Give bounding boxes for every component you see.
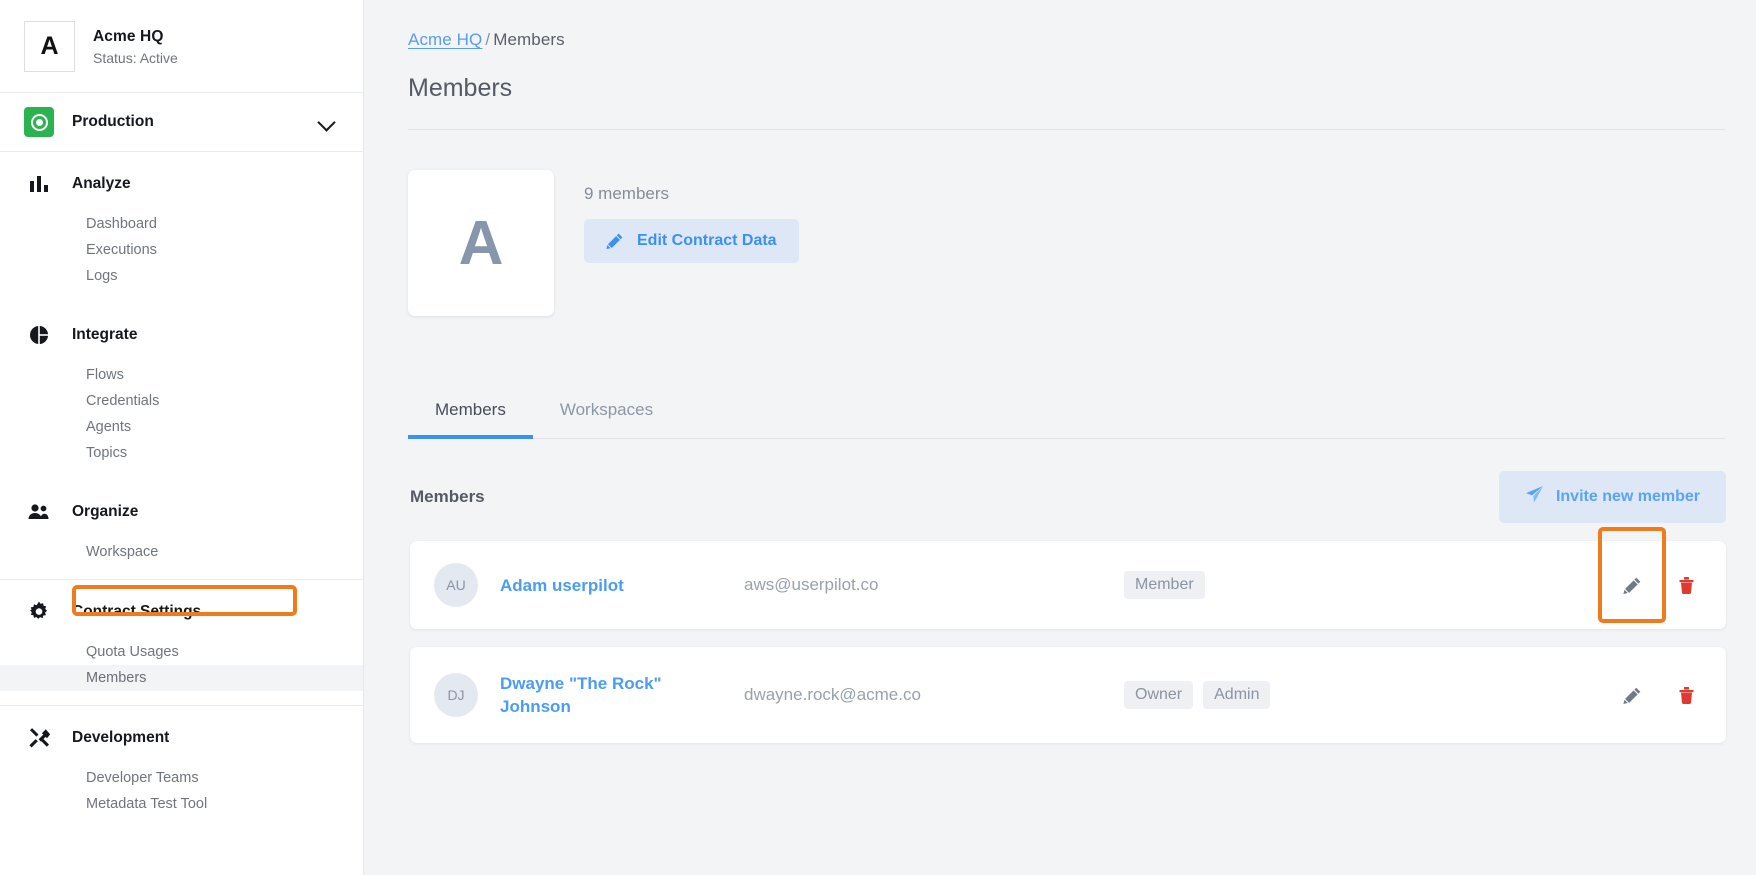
members-list-header: Members Invite new member	[408, 439, 1728, 541]
member-email: dwayne.rock@acme.co	[744, 685, 921, 704]
org-status: Status: Active	[93, 49, 178, 66]
avatar: DJ	[434, 673, 478, 717]
chevron-down-icon[interactable]	[317, 112, 337, 132]
nav-sub-integrate: Flows Credentials Agents Topics	[0, 362, 363, 480]
nav-head-development[interactable]: Development	[0, 706, 363, 765]
sidebar-item-quota-usages[interactable]: Quota Usages	[0, 639, 363, 665]
sidebar-item-flows[interactable]: Flows	[0, 362, 363, 388]
nav-head-contract-settings[interactable]: Contract Settings	[0, 580, 363, 639]
nav-label: Development	[72, 729, 170, 746]
nav-sub-organize: Workspace	[0, 539, 363, 579]
delete-member-button[interactable]	[1674, 683, 1698, 707]
avatar: AU	[434, 563, 478, 607]
org-text: Acme HQ Status: Active	[93, 28, 178, 66]
sidebar-item-executions[interactable]: Executions	[0, 237, 363, 263]
nav-group-contract-settings: Contract Settings Quota Usages Members	[0, 580, 363, 706]
nav-head-organize[interactable]: Organize	[0, 480, 363, 539]
invite-new-member-button[interactable]: Invite new member	[1498, 471, 1726, 523]
edit-contract-data-label: Edit Contract Data	[637, 232, 777, 249]
sidebar-item-dashboard[interactable]: Dashboard	[0, 211, 363, 237]
status-badge: Admin	[1203, 681, 1271, 709]
org-logo: A	[24, 21, 75, 72]
members-list-title: Members	[410, 487, 485, 506]
app-root: A Acme HQ Status: Active Production Anal…	[0, 0, 1756, 875]
member-email: aws@userpilot.co	[744, 575, 879, 594]
sidebar-item-developer-teams[interactable]: Developer Teams	[0, 765, 363, 791]
tab-workspaces[interactable]: Workspaces	[533, 388, 680, 439]
nav-group-integrate: Integrate Flows Credentials Agents Topic…	[0, 303, 363, 480]
member-name-link[interactable]: Dwayne "The Rock" Johnson	[500, 672, 732, 718]
environment-label: Production	[72, 113, 154, 130]
nav-group-organize: Organize Workspace	[0, 480, 363, 580]
gear-icon	[24, 597, 54, 627]
main-content: Acme HQ / Members Members A 9 members Edit…	[364, 0, 1756, 875]
member-roles: Member	[1124, 571, 1620, 599]
breadcrumb-link-root[interactable]: Acme HQ	[408, 30, 482, 49]
sidebar-item-metadata-test-tool[interactable]: Metadata Test Tool	[0, 791, 363, 817]
nav-head-analyze[interactable]: Analyze	[0, 152, 363, 211]
nav-label: Contract Settings	[72, 603, 202, 620]
nav-sub-development: Developer Teams Metadata Test Tool	[0, 765, 363, 831]
edit-member-button[interactable]	[1620, 683, 1644, 707]
status-badge: Owner	[1124, 681, 1194, 709]
org-header[interactable]: A Acme HQ Status: Active	[0, 0, 363, 93]
row-actions	[1620, 683, 1704, 707]
environment-selector[interactable]: Production	[0, 93, 363, 152]
org-name: Acme HQ	[93, 27, 164, 45]
sidebar-item-agents[interactable]: Agents	[0, 414, 363, 440]
nav-label: Organize	[72, 503, 139, 520]
breadcrumb-separator: /	[485, 30, 491, 49]
tab-members[interactable]: Members	[408, 388, 533, 439]
sidebar-item-credentials[interactable]: Credentials	[0, 388, 363, 414]
nav-label: Analyze	[72, 175, 131, 192]
tabs: Members Workspaces	[408, 388, 1726, 439]
breadcrumb-current: Members	[493, 30, 565, 49]
tools-icon	[24, 723, 54, 753]
member-name-link[interactable]: Adam userpilot	[500, 574, 732, 597]
breadcrumb: Acme HQ / Members	[408, 30, 1728, 52]
table-row[interactable]: DJ Dwayne "The Rock" Johnson dwayne.rock…	[410, 647, 1726, 743]
member-count: 9 members	[584, 184, 670, 203]
people-icon	[24, 497, 54, 527]
nav-group-development: Development Developer Teams Metadata Tes…	[0, 706, 363, 831]
contract-avatar: A	[408, 170, 554, 316]
row-actions	[1620, 573, 1704, 597]
sidebar-item-members[interactable]: Members	[0, 665, 363, 691]
pie-chart-icon	[24, 320, 54, 350]
status-badge: Member	[1124, 571, 1205, 599]
send-icon	[1525, 485, 1544, 509]
sidebar-item-topics[interactable]: Topics	[0, 440, 363, 466]
pencil-icon	[606, 232, 624, 250]
invite-new-member-label: Invite new member	[1555, 488, 1700, 505]
member-roles: Owner Admin	[1124, 681, 1620, 709]
sidebar-item-logs[interactable]: Logs	[0, 263, 363, 289]
sidebar: A Acme HQ Status: Active Production Anal…	[0, 0, 364, 875]
nav-sub-contract-settings: Quota Usages Members	[0, 639, 363, 705]
contract-meta: 9 members Edit Contract Data	[584, 170, 799, 316]
edit-contract-data-button[interactable]: Edit Contract Data	[584, 219, 799, 263]
table-row[interactable]: AU Adam userpilot aws@userpilot.co Membe…	[410, 527, 1726, 629]
nav-head-integrate[interactable]: Integrate	[0, 303, 363, 362]
edit-member-button[interactable]	[1620, 573, 1644, 597]
nav-sub-analyze: Dashboard Executions Logs	[0, 211, 363, 303]
nav-label: Integrate	[72, 326, 138, 343]
delete-member-button[interactable]	[1674, 573, 1698, 597]
page-title: Members	[408, 74, 1726, 130]
contract-summary: A 9 members Edit Contract Data	[408, 130, 1728, 352]
environment-status-icon	[24, 107, 54, 137]
sidebar-item-workspace[interactable]: Workspace	[0, 539, 363, 565]
bar-chart-icon	[24, 169, 54, 199]
nav-group-analyze: Analyze Dashboard Executions Logs	[0, 152, 363, 303]
